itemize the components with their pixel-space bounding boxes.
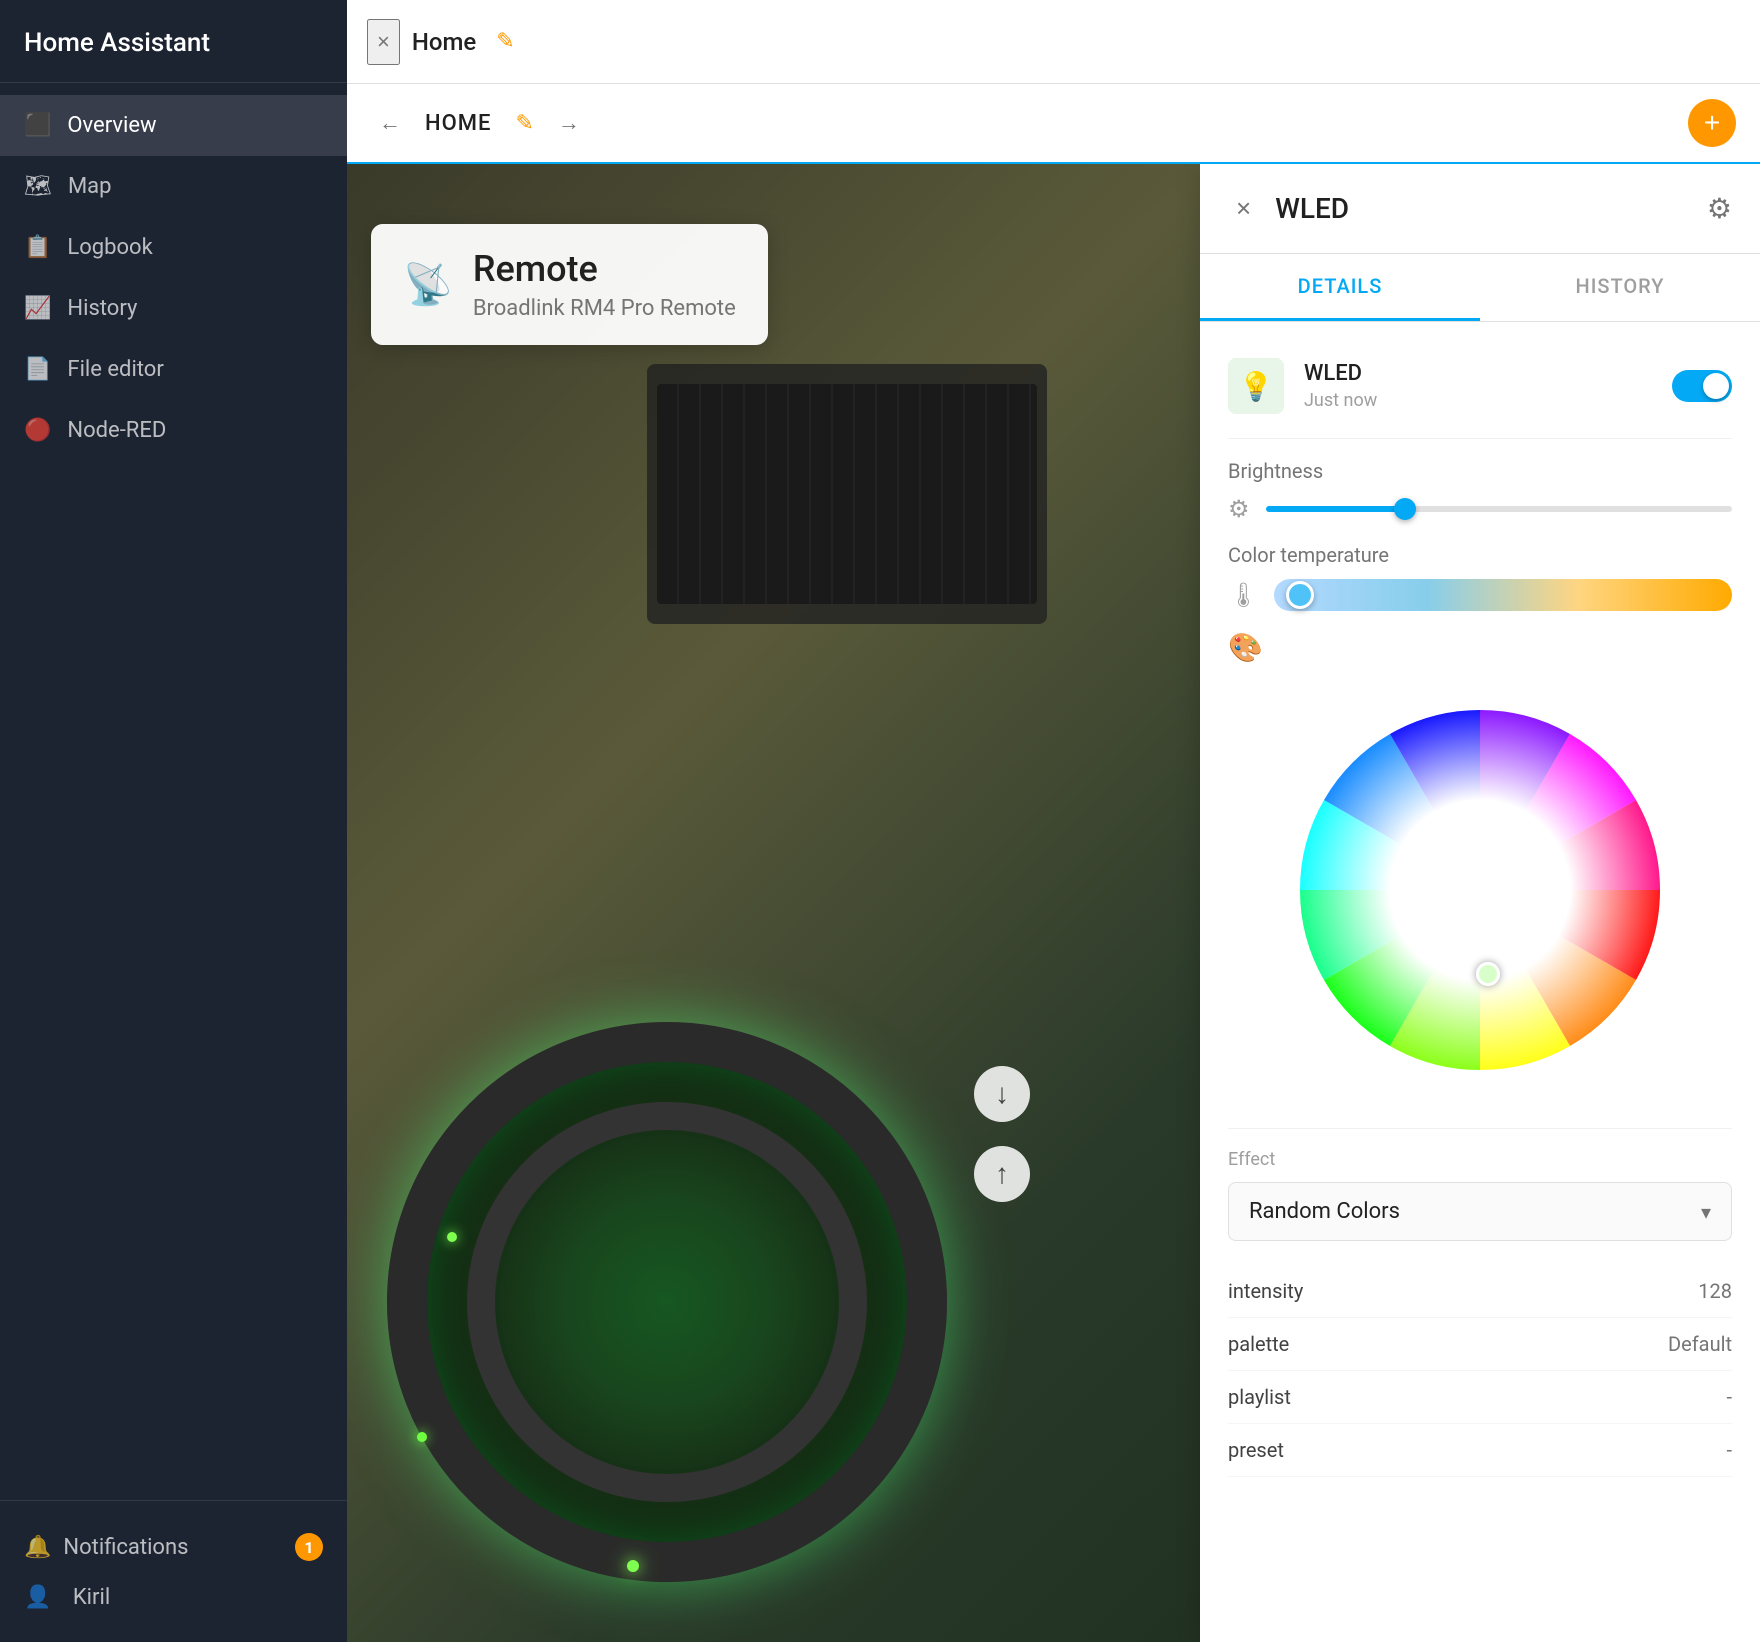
sidebar-nav: ⬛ Overview 🗺 Map 📋 Logbook 📈 History 📄 F…: [0, 83, 347, 1500]
effect-section: Effect Random Colors ▾: [1228, 1128, 1732, 1241]
device-toggle[interactable]: [1672, 370, 1732, 402]
scroll-up-button[interactable]: ↑: [974, 1146, 1030, 1202]
tab-details[interactable]: DETAILS: [1200, 254, 1480, 321]
main-content: × Home ✎ ← HOME ✎ → + 📡 Remote: [347, 0, 1760, 1642]
sidebar-item-map[interactable]: 🗺 Map: [0, 156, 347, 217]
sidebar-item-label-map: Map: [68, 174, 112, 199]
color-cursor[interactable]: [1476, 962, 1500, 986]
remote-title: Remote: [473, 248, 736, 290]
brightness-thumb: [1394, 498, 1416, 520]
sidebar-item-overview[interactable]: ⬛ Overview: [0, 95, 347, 156]
panel-content: 💡 WLED Just now Brightness ⚙: [1200, 322, 1760, 1642]
tab-bar: × Home ✎: [347, 0, 1760, 84]
prop-key-palette: palette: [1228, 1332, 1289, 1356]
palette-icon: 🎨: [1228, 631, 1263, 664]
sidebar-item-label-history: History: [67, 296, 137, 321]
tab-edit-icon[interactable]: ✎: [496, 29, 514, 54]
toolbar: ← HOME ✎ → +: [347, 84, 1760, 164]
prop-value-playlist: -: [1726, 1385, 1732, 1409]
brightness-label: Brightness: [1228, 459, 1732, 483]
prop-key-playlist: playlist: [1228, 1385, 1291, 1409]
sidebar-item-file-editor[interactable]: 📄 File editor: [0, 339, 347, 400]
panel-tabs: DETAILS HISTORY: [1200, 254, 1760, 322]
wled-panel: × WLED ⚙ DETAILS HISTORY 💡 WLED Just: [1200, 164, 1760, 1642]
back-button[interactable]: ←: [371, 102, 409, 144]
node-red-icon: 🔴: [24, 418, 51, 443]
device-row: 💡 WLED Just now: [1228, 346, 1732, 439]
prop-key-preset: preset: [1228, 1438, 1284, 1462]
sidebar-bottom: 🔔 Notifications 1 👤 Kiril: [0, 1500, 347, 1642]
app-title: Home Assistant: [0, 0, 347, 83]
overview-icon: ⬛: [24, 113, 51, 138]
color-section: 🎨: [1228, 631, 1732, 1100]
tab-close-button[interactable]: ×: [367, 19, 400, 65]
device-led-icon: 💡: [1228, 358, 1284, 414]
remote-card: 📡 Remote Broadlink RM4 Pro Remote: [371, 224, 768, 345]
led-strip-icon: 💡: [1239, 370, 1274, 403]
page-body: 📡 Remote Broadlink RM4 Pro Remote ↓ ↑ × …: [347, 164, 1760, 1642]
color-temp-track[interactable]: [1274, 579, 1732, 611]
notifications-label: Notifications: [63, 1535, 188, 1560]
notification-badge: 1: [295, 1533, 323, 1561]
color-wheel[interactable]: [1270, 680, 1690, 1100]
remote-card-info: Remote Broadlink RM4 Pro Remote: [473, 248, 736, 321]
effect-label: Effect: [1228, 1149, 1732, 1170]
color-temp-slider-row: 🌡: [1228, 579, 1732, 611]
device-info: WLED Just now: [1304, 361, 1652, 411]
effect-value: Random Colors: [1249, 1199, 1400, 1224]
chevron-down-icon: ▾: [1701, 1200, 1711, 1224]
bell-icon: 🔔: [24, 1535, 51, 1560]
tab-label: Home: [412, 28, 476, 56]
scroll-down-button[interactable]: ↓: [974, 1066, 1030, 1122]
color-temp-thumb: [1286, 581, 1314, 609]
brightness-slider-row: ⚙: [1228, 495, 1732, 523]
prop-row-palette: palette Default: [1228, 1318, 1732, 1371]
toolbar-home-label: HOME: [425, 111, 491, 136]
prop-row-playlist: playlist -: [1228, 1371, 1732, 1424]
user-label: Kiril: [73, 1585, 110, 1610]
brightness-track[interactable]: [1266, 506, 1732, 512]
user-icon: 👤: [24, 1585, 51, 1610]
sidebar-item-label-file-editor: File editor: [67, 357, 163, 382]
sidebar-user[interactable]: 👤 Kiril: [24, 1573, 323, 1622]
remote-subtitle: Broadlink RM4 Pro Remote: [473, 296, 736, 321]
prop-value-preset: -: [1726, 1438, 1732, 1462]
sidebar-item-label-overview: Overview: [67, 113, 156, 138]
device-status: Just now: [1304, 390, 1652, 411]
prop-value-palette: Default: [1668, 1332, 1732, 1356]
logbook-icon: 📋: [24, 235, 51, 260]
add-button[interactable]: +: [1688, 99, 1736, 147]
effect-select[interactable]: Random Colors ▾: [1228, 1182, 1732, 1241]
panel-close-button[interactable]: ×: [1228, 185, 1259, 232]
sidebar-item-label-logbook: Logbook: [67, 235, 152, 260]
prop-key-intensity: intensity: [1228, 1279, 1303, 1303]
prop-row-intensity: intensity 128: [1228, 1265, 1732, 1318]
brightness-icon: ⚙: [1228, 495, 1250, 523]
map-icon: 🗺: [24, 174, 52, 199]
sidebar-item-node-red[interactable]: 🔴 Node-RED: [0, 400, 347, 461]
panel-settings-button[interactable]: ⚙: [1707, 192, 1732, 225]
properties-table: intensity 128 palette Default playlist -…: [1228, 1265, 1732, 1477]
panel-title: WLED: [1275, 192, 1707, 225]
prop-value-intensity: 128: [1698, 1279, 1732, 1303]
color-temp-label: Color temperature: [1228, 543, 1732, 567]
forward-button[interactable]: →: [550, 102, 588, 144]
toolbar-edit-icon[interactable]: ✎: [515, 111, 533, 136]
brightness-fill: [1266, 506, 1406, 512]
sidebar: Home Assistant ⬛ Overview 🗺 Map 📋 Logboo…: [0, 0, 347, 1642]
sidebar-item-logbook[interactable]: 📋 Logbook: [0, 217, 347, 278]
prop-row-preset: preset -: [1228, 1424, 1732, 1477]
history-icon: 📈: [24, 296, 51, 321]
remote-device-icon: 📡: [403, 261, 453, 308]
panel-header: × WLED ⚙: [1200, 164, 1760, 254]
tab-history[interactable]: HISTORY: [1480, 254, 1760, 321]
sidebar-item-label-node-red: Node-RED: [67, 418, 166, 443]
sidebar-notifications[interactable]: 🔔 Notifications 1: [24, 1521, 323, 1573]
sidebar-item-history[interactable]: 📈 History: [0, 278, 347, 339]
device-name: WLED: [1304, 361, 1652, 386]
file-editor-icon: 📄: [24, 357, 51, 382]
thermometer-icon: 🌡: [1228, 581, 1258, 609]
